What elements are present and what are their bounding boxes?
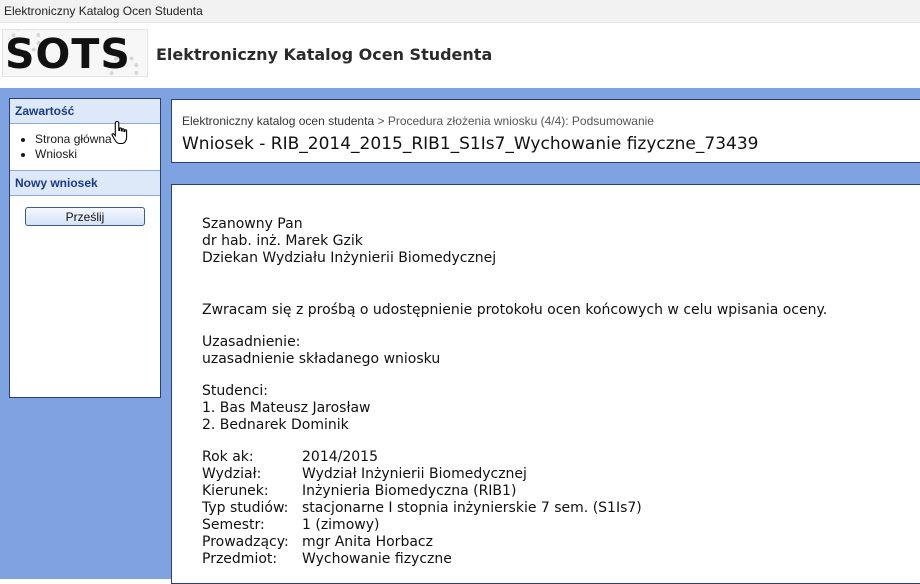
meta-row-lecturer: Prowadzący: mgr Anita Horbacz <box>202 534 827 551</box>
meta-row-academic-year: Rok ak: 2014/2015 <box>202 449 827 466</box>
meta-row-semester: Semestr: 1 (zimowy) <box>202 517 827 534</box>
window-title: Elektroniczny Katalog Ocen Studenta <box>0 0 920 23</box>
breadcrumb-current: Procedura złożenia wniosku (4/4): Podsum… <box>387 114 654 128</box>
meta-value: Wychowanie fizyczne <box>302 551 452 567</box>
send-button[interactable]: Prześlij <box>25 207 145 226</box>
hand-cursor-icon <box>111 120 128 145</box>
sidebar-heading-new-request: Nowy wniosek <box>10 170 160 196</box>
meta-value: 1 (zimowy) <box>302 517 380 533</box>
salutation: Szanowny Pan <box>202 216 303 232</box>
breadcrumb-separator: > <box>377 114 385 128</box>
meta-value: Wydział Inżynierii Biomedycznej <box>302 466 527 482</box>
student-item: 2. Bednarek Dominik <box>202 417 349 433</box>
recipient-role: Dziekan Wydziału Inżynierii Biomedycznej <box>202 250 497 266</box>
sots-logo: SOTS <box>2 29 148 77</box>
logo-text: SOTS <box>5 30 131 77</box>
app-header: SOTS Elektroniczny Katalog Ocen Studenta <box>0 24 920 88</box>
sidebar-nav: Strona główna Wnioski <box>10 132 160 162</box>
meta-key: Semestr: <box>202 517 265 533</box>
meta-value: 2014/2015 <box>302 449 378 465</box>
meta-key: Prowadzący: <box>202 534 289 550</box>
sidebar-item-home[interactable]: Strona główna <box>35 132 160 147</box>
meta-value: mgr Anita Horbacz <box>302 534 433 550</box>
meta-key: Rok ak: <box>202 449 254 465</box>
content-panel: Szanowny Pan dr hab. inż. Marek Gzik Dzi… <box>171 184 920 584</box>
student-item: 1. Bas Mateusz Jarosław <box>202 400 371 416</box>
meta-value: Inżynieria Biomedyczna (RIB1) <box>302 483 517 499</box>
sidebar-heading-contents: Zawartość <box>10 99 160 124</box>
meta-value: stacjonarne I stopnia inżynierskie 7 sem… <box>302 500 642 516</box>
meta-key: Przedmiot: <box>202 551 278 567</box>
request-text: Zwracam się z prośbą o udostępnienie pro… <box>202 302 828 318</box>
breadcrumb: Elektroniczny katalog ocen studenta > Pr… <box>182 114 654 128</box>
page-title: Wniosek - RIB_2014_2015_RIB1_S1Is7_Wycho… <box>182 134 759 154</box>
sidebar: Zawartość Strona główna Wnioski Nowy wni… <box>9 98 161 398</box>
meta-row-study-type: Typ studiów: stacjonarne I stopnia inżyn… <box>202 500 827 517</box>
meta-key: Kierunek: <box>202 483 269 499</box>
meta-row-faculty: Wydział: Wydział Inżynierii Biomedycznej <box>202 466 827 483</box>
breadcrumb-root-link[interactable]: Elektroniczny katalog ocen studenta <box>182 114 374 128</box>
meta-key: Wydział: <box>202 466 262 482</box>
meta-row-subject: Przedmiot: Wychowanie fizyczne <box>202 551 827 568</box>
justification-label: Uzasadnienie: <box>202 334 301 350</box>
recipient-name: dr hab. inż. Marek Gzik <box>202 233 363 249</box>
request-letter: Szanowny Pan dr hab. inż. Marek Gzik Dzi… <box>202 216 827 568</box>
students-label: Studenci: <box>202 383 268 399</box>
meta-row-field: Kierunek: Inżynieria Biomedyczna (RIB1) <box>202 483 827 500</box>
breadcrumb-panel: Elektroniczny katalog ocen studenta > Pr… <box>171 99 920 163</box>
meta-key: Typ studiów: <box>202 500 289 516</box>
sidebar-item-requests[interactable]: Wnioski <box>35 147 160 162</box>
justification-text: uzasadnienie składanego wniosku <box>202 351 441 367</box>
app-title: Elektroniczny Katalog Ocen Studenta <box>156 45 493 64</box>
